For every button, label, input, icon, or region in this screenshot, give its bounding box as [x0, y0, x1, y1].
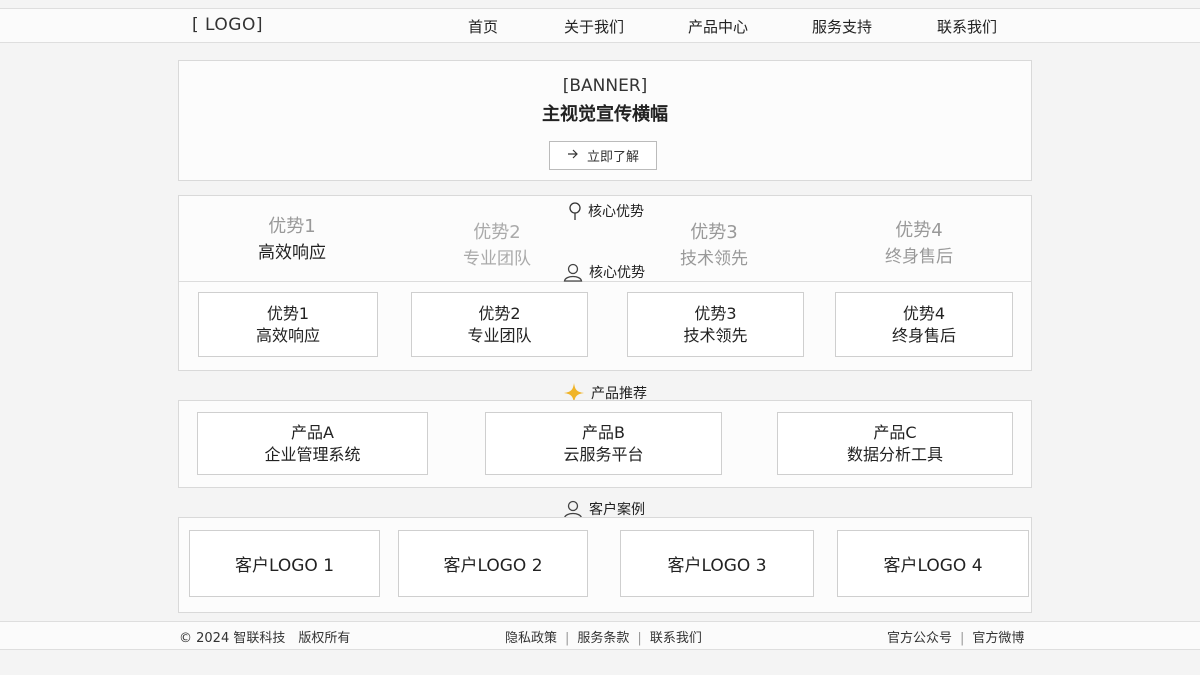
nav-item-contact[interactable]: 联系我们: [937, 16, 997, 37]
learn-more-label: 立即了解: [586, 150, 639, 165]
footer-separator: |: [960, 631, 965, 646]
advantage-name: 优势4: [902, 303, 946, 323]
map-pin-icon: [568, 201, 582, 221]
advantage-desc: 高效响应: [255, 325, 320, 345]
product-card-a[interactable]: 产品A 企业管理系统: [197, 412, 428, 475]
cases-title: 客户案例: [563, 499, 645, 519]
footer-link-contact[interactable]: 联系我们: [650, 631, 702, 646]
advantages-title-label: 核心优势: [589, 265, 645, 281]
nav-item-home[interactable]: 首页: [468, 16, 498, 37]
advantage-desc: 技术领先: [683, 325, 748, 345]
client-logo-1[interactable]: 客户LOGO 1: [189, 530, 380, 597]
copyright-text: © 2024 智联科技 版权所有: [179, 631, 351, 646]
footer-separator: |: [565, 631, 570, 646]
footer-link-terms[interactable]: 服务条款: [577, 631, 629, 646]
client-logo-4[interactable]: 客户LOGO 4: [837, 530, 1029, 597]
product-name: 产品A: [291, 422, 334, 442]
product-desc: 云服务平台: [563, 444, 644, 464]
product-desc: 数据分析工具: [846, 444, 943, 464]
site-logo[interactable]: [ LOGO]: [192, 15, 263, 35]
product-desc: 企业管理系统: [264, 444, 361, 464]
product-card-b[interactable]: 产品B 云服务平台: [485, 412, 722, 475]
faded-advantage-desc: 技术领先: [680, 249, 748, 269]
faded-advantage-desc: 高效响应: [258, 243, 326, 263]
advantage-desc: 专业团队: [467, 325, 532, 345]
advantages-title-top: 核心优势: [568, 201, 644, 221]
faded-advantage-name: 优势4: [895, 220, 943, 241]
advantages-title: 核心优势: [563, 262, 645, 282]
nav-item-products[interactable]: 产品中心: [688, 16, 748, 37]
faded-advantage-name: 优势3: [690, 222, 738, 243]
advantage-card-3[interactable]: 优势3 技术领先: [627, 292, 804, 357]
faded-advantage-1: 优势1 高效响应: [232, 212, 352, 263]
faded-advantage-3: 优势3 技术领先: [654, 218, 774, 269]
nav-item-about[interactable]: 关于我们: [564, 16, 624, 37]
banner-tag: [BANNER]: [562, 76, 648, 96]
footer-link-privacy[interactable]: 隐私政策: [505, 631, 557, 646]
faded-advantage-name: 优势2: [473, 222, 521, 243]
footer-separator: |: [637, 631, 642, 646]
advantage-name: 优势1: [266, 303, 310, 323]
arrow-right-icon: [567, 148, 579, 163]
product-name: 产品B: [582, 422, 625, 442]
advantage-card-1[interactable]: 优势1 高效响应: [198, 292, 378, 357]
banner-title: 主视觉宣传横幅: [542, 104, 668, 125]
footer-links: 隐私政策 | 服务条款 | 联系我们: [505, 627, 702, 646]
user-icon: [563, 499, 583, 519]
faded-advantage-2: 优势2 专业团队: [437, 218, 557, 269]
faded-advantage-4: 优势4 终身售后: [859, 216, 979, 267]
cases-title-label: 客户案例: [589, 502, 645, 518]
advantage-card-2[interactable]: 优势2 专业团队: [411, 292, 588, 357]
footer-link-wechat[interactable]: 官方公众号: [887, 631, 952, 646]
advantage-desc: 终身售后: [891, 325, 956, 345]
learn-more-button[interactable]: 立即了解: [549, 141, 657, 170]
client-logo-3[interactable]: 客户LOGO 3: [620, 530, 814, 597]
user-icon: [563, 262, 583, 282]
advantage-name: 优势2: [478, 303, 521, 323]
faded-advantage-desc: 专业团队: [463, 249, 531, 269]
client-logo-2[interactable]: 客户LOGO 2: [398, 530, 588, 597]
nav-item-support[interactable]: 服务支持: [812, 16, 872, 37]
faded-advantage-desc: 终身售后: [885, 247, 953, 267]
advantage-card-4[interactable]: 优势4 终身售后: [835, 292, 1013, 357]
product-card-c[interactable]: 产品C 数据分析工具: [777, 412, 1013, 475]
advantage-name: 优势3: [694, 303, 737, 323]
footer-social: 官方公众号 | 官方微博: [887, 627, 1024, 646]
advantages-title-top-label: 核心优势: [588, 204, 644, 220]
product-name: 产品C: [873, 422, 917, 442]
faded-advantage-name: 优势1: [268, 216, 316, 237]
footer-link-weibo[interactable]: 官方微博: [972, 631, 1024, 646]
